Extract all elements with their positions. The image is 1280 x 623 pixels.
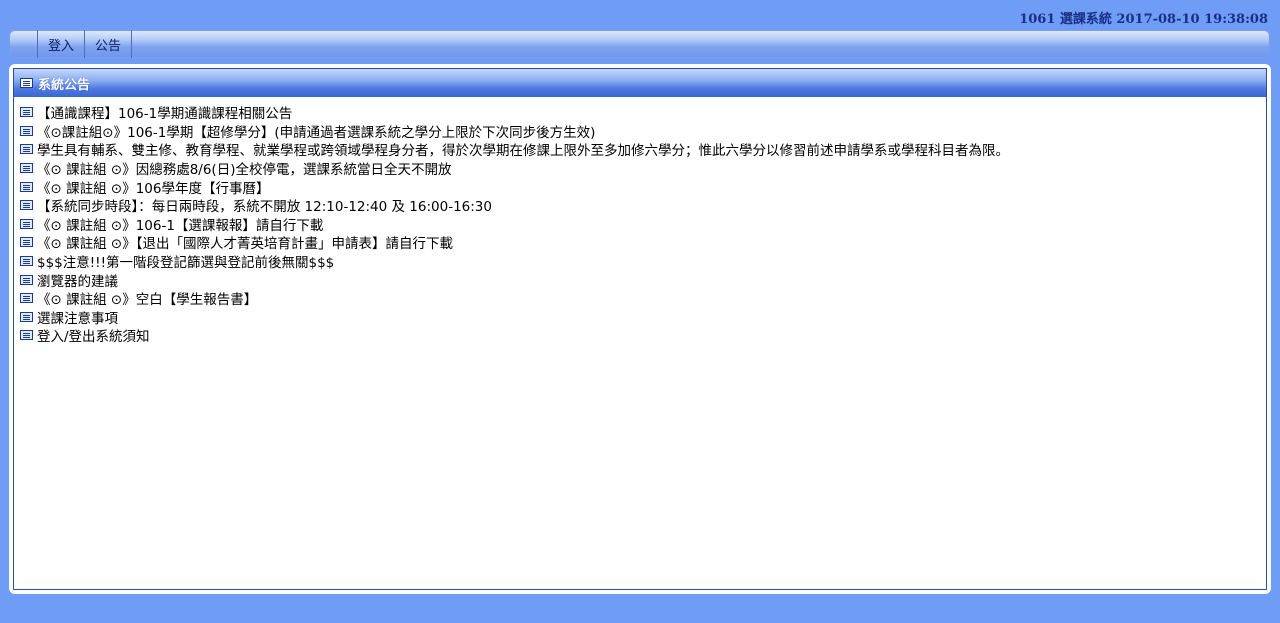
announcement-link[interactable]: 【系統同步時段】：每日兩時段，系統不開放 12:10-12:40 及 16:00… — [37, 195, 492, 215]
announcement-panel: 系統公告 【通識課程】106-1學期通識課程相關公告 《⊙課註組⊙》106-1學… — [9, 64, 1271, 594]
document-icon — [20, 311, 33, 322]
document-icon — [20, 181, 33, 192]
document-icon — [20, 330, 33, 341]
document-icon — [20, 218, 33, 229]
announcement-link[interactable]: $$$注意!!!第一階段登記篩選與登記前後無關$$$ — [37, 251, 334, 271]
list-item[interactable]: 學生具有輔系、雙主修、教育學程、就業學程或跨領域學程身分者，得於次學期在修課上限… — [20, 140, 1266, 159]
announcement-panel-frame: 系統公告 【通識課程】106-1學期通識課程相關公告 《⊙課註組⊙》106-1學… — [13, 68, 1267, 590]
list-item[interactable]: 瀏覽器的建議 — [20, 270, 1266, 290]
document-icon — [20, 200, 33, 211]
menu-item-announcements[interactable]: 公告 — [84, 30, 133, 58]
document-icon — [20, 237, 33, 248]
menu-bar: 登入 公告 — [9, 30, 1270, 58]
list-item[interactable]: 登入/登出系統須知 — [20, 326, 1266, 345]
list-item[interactable]: 【系統同步時段】：每日兩時段，系統不開放 12:10-12:40 及 16:00… — [20, 196, 1266, 215]
announcement-link[interactable]: 《⊙課註組⊙》106-1學期【超修學分】(申請通過者選課系統之學分上限於下次同步… — [37, 121, 595, 141]
document-icon — [20, 256, 33, 267]
announcement-link[interactable]: 《⊙ 課註組 ⊙》因總務處8/6(日)全校停電，選課系統當日全天不開放 — [37, 158, 451, 178]
list-item[interactable]: 《⊙ 課註組 ⊙》因總務處8/6(日)全校停電，選課系統當日全天不開放 — [20, 159, 1266, 178]
document-icon — [20, 144, 33, 155]
list-item[interactable]: 《⊙課註組⊙》106-1學期【超修學分】(申請通過者選課系統之學分上限於下次同步… — [20, 122, 1266, 141]
document-icon — [20, 125, 33, 136]
panel-title: 系統公告 — [38, 77, 91, 93]
announcement-link[interactable]: 《⊙ 課註組 ⊙》106學年度【行事曆】 — [37, 177, 269, 197]
document-list-icon — [20, 78, 33, 88]
list-item[interactable]: 《⊙ 課註組 ⊙》106學年度【行事曆】 — [20, 177, 1266, 197]
document-icon — [20, 274, 33, 285]
announcement-link[interactable]: 選課注意事項 — [37, 307, 118, 327]
announcement-link[interactable]: 瀏覽器的建議 — [37, 270, 118, 290]
list-item[interactable]: 《⊙ 課註組 ⊙》【退出「國際人才菁英培育計畫」申請表】請自行下載 — [20, 233, 1266, 252]
menu-item-login[interactable]: 登入 — [37, 30, 84, 58]
list-item[interactable]: $$$注意!!!第一階段登記篩選與登記前後無關$$$ — [20, 252, 1266, 271]
panel-header: 系統公告 — [14, 69, 1266, 97]
list-item[interactable]: 選課注意事項 — [20, 308, 1266, 327]
announcement-list: 【通識課程】106-1學期通識課程相關公告 《⊙課註組⊙》106-1學期【超修學… — [14, 97, 1266, 345]
list-item[interactable]: 《⊙ 課註組 ⊙》空白【學生報告書】 — [20, 289, 1266, 308]
list-item[interactable]: 【通識課程】106-1學期通識課程相關公告 — [20, 103, 1266, 122]
announcement-link[interactable]: 《⊙ 課註組 ⊙》【退出「國際人才菁英培育計畫」申請表】請自行下載 — [37, 232, 453, 252]
document-icon — [20, 107, 33, 118]
announcement-link[interactable]: 學生具有輔系、雙主修、教育學程、就業學程或跨領域學程身分者，得於次學期在修課上限… — [37, 139, 1009, 159]
announcement-link[interactable]: 【通識課程】106-1學期通識課程相關公告 — [37, 102, 292, 122]
document-icon — [20, 293, 33, 304]
list-item[interactable]: 《⊙ 課註組 ⊙》106-1【選課報報】請自行下載 — [20, 215, 1266, 234]
announcement-link[interactable]: 《⊙ 課註組 ⊙》空白【學生報告書】 — [37, 288, 257, 308]
announcement-link[interactable]: 登入/登出系統須知 — [37, 325, 150, 345]
system-title: 1061 選課系統 2017-08-10 19:38:08 — [1019, 12, 1268, 27]
document-icon — [20, 163, 33, 174]
announcement-link[interactable]: 《⊙ 課註組 ⊙》106-1【選課報報】請自行下載 — [37, 214, 323, 234]
